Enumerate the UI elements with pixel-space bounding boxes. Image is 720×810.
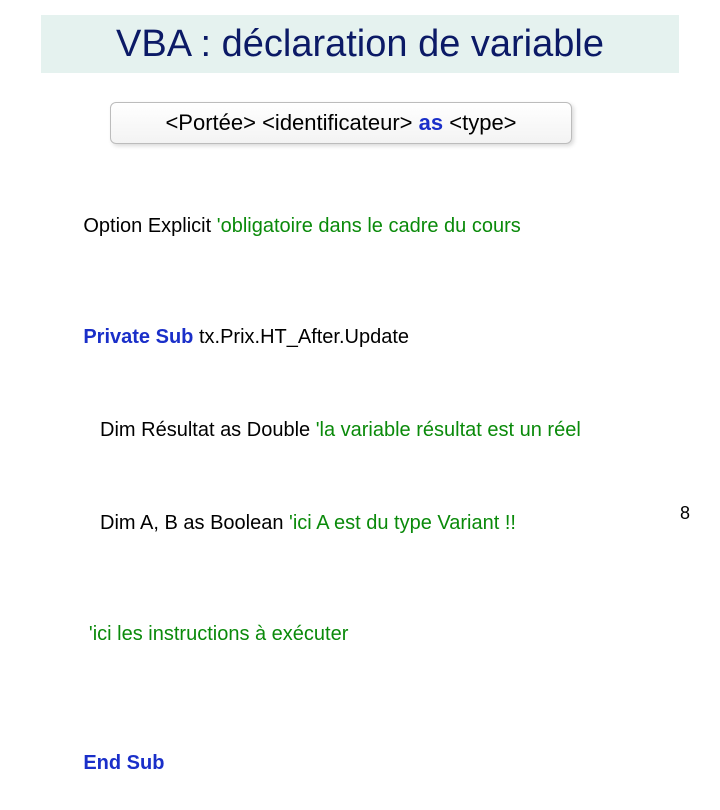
dim2-type: Boolean (210, 512, 283, 534)
sub-name: tx.Prix.HT_After.Update (199, 326, 409, 348)
syntax-keyword: as (419, 110, 443, 135)
dim1-comment: 'la variable résultat est un réel (316, 419, 581, 441)
body-comment: 'ici les instructions à exécuter (89, 623, 348, 645)
end-sub: End Sub (83, 752, 164, 774)
syntax-box: <Portée> <identificateur> as <type> (110, 102, 572, 144)
slide-title: VBA : déclaration de variable (40, 14, 680, 74)
slide: VBA : déclaration de variable <Portée> <… (0, 0, 720, 540)
dim1-var: Résultat (141, 419, 214, 441)
dim1-kw: Dim (100, 419, 136, 441)
dim2-comment: 'ici A est du type Variant !! (289, 512, 516, 534)
dim2-kw: Dim (100, 512, 136, 534)
option-explicit: Option Explicit (83, 215, 211, 237)
dim2-as: as (183, 512, 204, 534)
private-sub: Private Sub (83, 326, 193, 348)
page-number: 8 (680, 503, 690, 524)
dim2-vars: A, B (140, 512, 178, 534)
syntax-part2: <type> (449, 110, 516, 135)
syntax-part1: <Portée> <identificateur> (165, 110, 412, 135)
option-comment: 'obligatoire dans le cadre du cours (217, 215, 521, 237)
dim1-as: as (220, 419, 241, 441)
code-block: Option Explicit 'obligatoire dans le cad… (50, 180, 670, 810)
dim1-type: Double (247, 419, 310, 441)
